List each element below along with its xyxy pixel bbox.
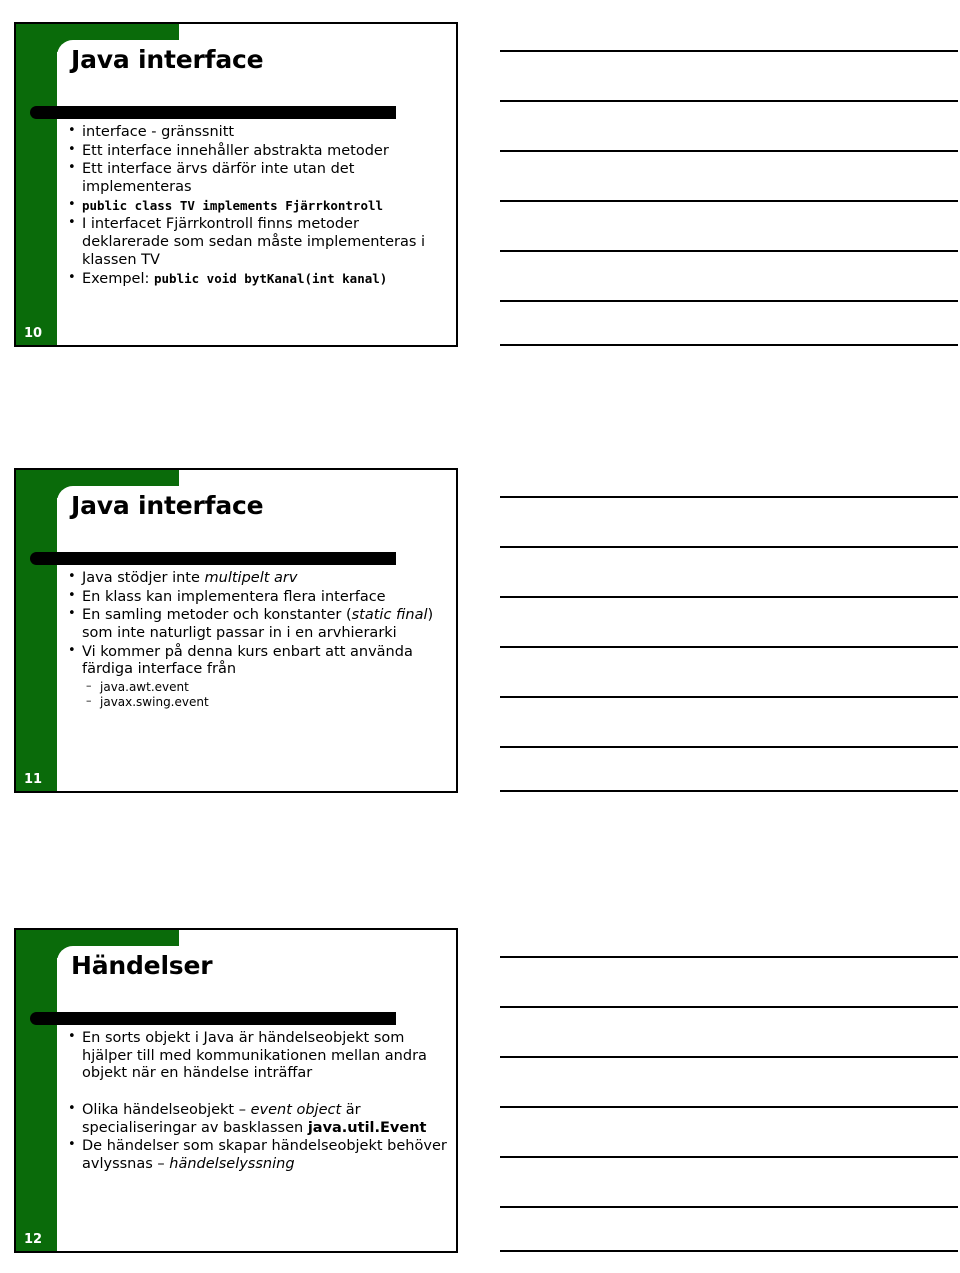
code-run: public class TV implements Fjärrkontroll: [82, 197, 384, 213]
note-line: [500, 200, 958, 202]
note-line: [500, 496, 958, 498]
handout-page: Java interface interface - gränssnitt Ett …: [0, 0, 960, 1273]
emphasis-run: static final: [351, 607, 428, 624]
note-line: [500, 1250, 958, 1252]
text-run: En klass kan implementera flera interfac…: [82, 588, 386, 605]
bullet-list: En sorts objekt i Java är händelseobjekt…: [66, 1029, 448, 1174]
slide-thumbnail[interactable]: Java interface Java stödjer inte multipel…: [14, 468, 458, 793]
text-run: Ett interface ärvs därför inte utan det …: [82, 161, 355, 196]
bullet-item: Exempel: public void bytKanal(int kanal): [66, 270, 448, 289]
bullet-item: Ett interface ärvs därför inte utan det …: [66, 160, 448, 196]
note-line: [500, 344, 958, 346]
note-line: [500, 956, 958, 958]
note-line: [500, 1056, 958, 1058]
slide-accent-band: [16, 930, 57, 1251]
slide-thumbnail[interactable]: Java interface interface - gränssnitt Ett …: [14, 22, 458, 347]
text-run: Exempel:: [82, 270, 154, 287]
sub-bullet-item: java.awt.event: [66, 679, 448, 695]
handout-row: Java interface interface - gränssnitt Ett …: [0, 22, 960, 352]
note-line: [500, 746, 958, 748]
note-line: [500, 50, 958, 52]
text-run: I interfacet Fjärrkontroll finns metoder…: [82, 216, 426, 268]
bullet-item: En samling metoder och konstanter (stati…: [66, 606, 448, 642]
slide-page-number: 10: [24, 326, 43, 341]
bullet-item: De händelser som skapar händelseobjekt b…: [66, 1137, 448, 1173]
title-underline-rule: [30, 1012, 396, 1025]
text-run: En samling metoder och konstanter (: [82, 607, 352, 624]
bullet-item: Ett interface innehåller abstrakta metod…: [66, 142, 448, 161]
title-underline-rule: [30, 106, 396, 119]
code-run: public void bytKanal(int kanal): [154, 270, 388, 286]
note-line: [500, 1156, 958, 1158]
bullet-item: En klass kan implementera flera interfac…: [66, 588, 448, 607]
bullet-item: I interfacet Fjärrkontroll finns metoder…: [66, 215, 448, 269]
bullet-item: En sorts objekt i Java är händelseobjekt…: [66, 1029, 448, 1083]
note-line: [500, 1106, 958, 1108]
slide-title: Java interface: [71, 491, 264, 520]
emphasis-run: multipelt arv: [204, 570, 298, 586]
handout-row: Händelser En sorts objekt i Java är hände…: [0, 928, 960, 1258]
note-line: [500, 1006, 958, 1008]
bullet-list: Java stödjer inte multipelt arvEn klass …: [66, 569, 448, 710]
bullet-list: interface - gränssnitt Ett interface inne…: [66, 123, 448, 289]
slide-thumbnail[interactable]: Händelser En sorts objekt i Java är hände…: [14, 928, 458, 1253]
emphasis-run: händelselyssning: [169, 1156, 295, 1173]
bullet-item: Java stödjer inte multipelt arv: [66, 569, 448, 588]
slide-page-number: 12: [24, 1232, 43, 1247]
text-run: javax.swing.event: [100, 695, 209, 710]
note-line: [500, 300, 958, 302]
slide-body: En sorts objekt i Java är händelseobjekt…: [66, 1029, 448, 1175]
note-line: [500, 1206, 958, 1208]
bullet-item: public class TV implements Fjärrkontroll: [66, 197, 448, 216]
note-line: [500, 546, 958, 548]
text-run: En sorts objekt i Java är händelseobjekt…: [82, 1030, 427, 1082]
bullet-item: Olika händelseobjekt – event object är s…: [66, 1101, 448, 1137]
slide-accent-band: [16, 24, 57, 345]
slide-accent-band: [16, 470, 57, 791]
strong-run: java.util.Event: [307, 1119, 427, 1136]
bullet-item: Vi kommer på denna kurs enbart att använ…: [66, 643, 448, 679]
emphasis-run: event object: [250, 1102, 342, 1119]
handout-row: Java interface Java stödjer inte multipel…: [0, 468, 960, 798]
bullet-item: interface - gränssnitt: [66, 123, 448, 142]
note-line: [500, 150, 958, 152]
note-lines-area: [500, 22, 958, 347]
text-run: Java stödjer inte: [82, 570, 205, 586]
slide-title: Händelser: [71, 951, 213, 980]
slide-body: Java stödjer inte multipelt arvEn klass …: [66, 569, 448, 710]
text-run: java.awt.event: [100, 680, 189, 695]
text-run: Olika händelseobjekt –: [82, 1102, 251, 1119]
slide-body: interface - gränssnitt Ett interface inne…: [66, 123, 448, 289]
note-line: [500, 100, 958, 102]
note-line: [500, 790, 958, 792]
text-run: interface - gränssnitt: [82, 124, 235, 140]
note-line: [500, 596, 958, 598]
title-underline-rule: [30, 552, 396, 565]
note-line: [500, 646, 958, 648]
note-lines-area: [500, 468, 958, 793]
note-lines-area: [500, 928, 958, 1253]
note-line: [500, 250, 958, 252]
slide-title: Java interface: [71, 45, 264, 74]
slide-page-number: 11: [24, 772, 43, 787]
text-run: Ett interface innehåller abstrakta metod…: [82, 142, 389, 159]
note-line: [500, 696, 958, 698]
sub-bullet-item: javax.swing.event: [66, 694, 448, 710]
bullet-spacer: [66, 1084, 448, 1102]
text-run: Vi kommer på denna kurs enbart att använ…: [82, 643, 413, 678]
